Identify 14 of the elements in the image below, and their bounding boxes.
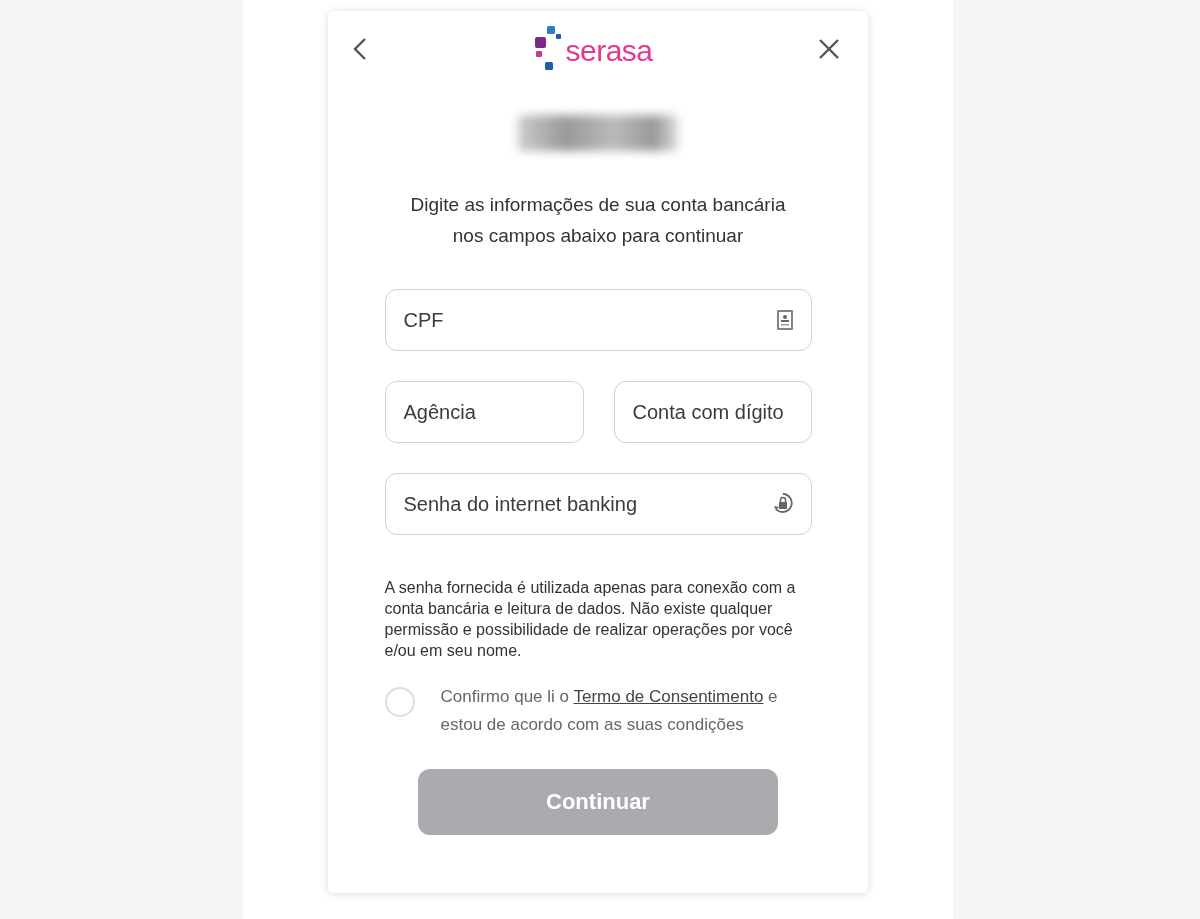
input-field[interactable]: Conta com dígito (613, 381, 812, 443)
consent-checkbox[interactable] (384, 687, 415, 717)
consent-text: Confirmo que li o Termo de Consentimento e estou de acordo com as suas condições (440, 686, 779, 736)
back-icon (352, 37, 368, 61)
lock-icon (772, 492, 793, 516)
password-field[interactable]: Senha do internet banking (384, 473, 812, 535)
instruction-text: Digite as informações de sua conta bancária nos campos abaixo para continuar (409, 193, 787, 248)
logo-wordmark: serasa (565, 34, 653, 68)
input-field[interactable]: Agência (384, 381, 584, 443)
consent-terms-link[interactable]: Termo de Consentimento (573, 687, 764, 706)
id-card-icon (776, 310, 793, 330)
input-field[interactable]: CPF (384, 289, 812, 351)
disclaimer-text: A senha fornecida é utilizada apenas para conexão com a conta bancária e leitura de dados. Não existe qualquer permissão e possibilidade de realizar operações por você e/ou em seu nome. (384, 578, 797, 661)
close-icon (818, 38, 840, 60)
